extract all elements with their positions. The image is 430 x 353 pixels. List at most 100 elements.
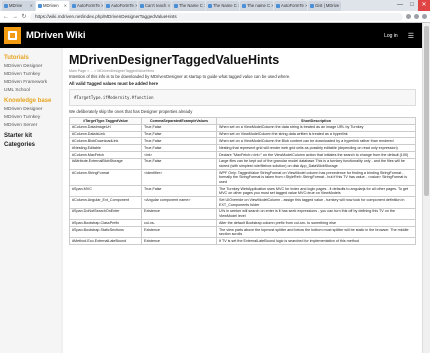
table-cell: Alter the default Bootstrap column prefi…: [216, 219, 416, 227]
table-row: #Attribute.ExternalBlobStorage True,False…: [69, 157, 416, 171]
back-icon[interactable]: ←: [3, 14, 9, 20]
profile-icon[interactable]: [422, 14, 427, 19]
close-window-button[interactable]: ✕: [418, 0, 430, 11]
table-cell: Nesting that represent grid will render …: [216, 144, 416, 152]
tab-favicon-icon: [106, 4, 110, 8]
column-header-target-type: #TargetType.TaggedValue: [69, 117, 142, 125]
browser-tab[interactable]: Gist | MDrive✕: [308, 1, 341, 11]
table-cell: True,False: [141, 144, 217, 152]
table-cell: <Angular component name>: [141, 196, 217, 209]
tab-close-icon[interactable]: ✕: [101, 1, 103, 11]
tagged-values-table: #TargetType.TaggedValue CommaSeparatedEx…: [69, 117, 416, 246]
bookmark-icon[interactable]: [406, 14, 411, 19]
table-cell: If TV is set the ExternalLateBound logic…: [216, 237, 416, 246]
table-cell: Large files can be kept out of the granu…: [216, 157, 416, 171]
table-cell: #Column.BlobDownloadLink: [69, 137, 142, 146]
table-cell: True,False: [141, 185, 217, 198]
tab-close-icon[interactable]: ✕: [135, 1, 137, 11]
menu-icon[interactable]: ☰: [408, 32, 414, 40]
intro-text: Intention of this info is to be download…: [69, 74, 291, 79]
sidebar-item-tutorial-designer[interactable]: MDriven Designer: [4, 63, 57, 71]
site-header: MDriven Wiki Log in ☰: [0, 23, 422, 48]
table-cell: True,False: [141, 137, 217, 146]
table-cell: #Column.Angular_Ext_Component: [69, 196, 142, 209]
section-subheading: All valid Tagged values must be added he…: [69, 81, 158, 86]
tab-favicon-icon: [174, 4, 178, 8]
browser-tab-active[interactable]: MDriven ✕: [36, 1, 69, 11]
reload-icon[interactable]: ↻: [21, 13, 27, 20]
table-cell: When set on ViewModelColumn the string d…: [216, 130, 416, 139]
main-content: MDrivenDesignerTaggedValueHints Main Pag…: [63, 48, 422, 353]
tab-close-icon[interactable]: ✕: [167, 1, 170, 11]
browser-tab[interactable]: AutoFormTe ✕: [104, 1, 137, 11]
browser-tab[interactable]: The name C ✕: [240, 1, 273, 11]
sidebar-heading-starter-kit[interactable]: Starter kit: [4, 133, 57, 139]
forward-icon[interactable]: →: [12, 14, 18, 20]
page-title: MDrivenDesignerTaggedValueHints: [69, 53, 280, 67]
tab-close-icon[interactable]: ✕: [271, 1, 273, 11]
sidebar-item-kb-turnkey[interactable]: MDriven Turnkey: [4, 114, 57, 122]
browser-tab[interactable]: AutoFormTe ✕: [274, 1, 307, 11]
table-row: #Column.StringFormat <identifier> WPF Only…: [69, 169, 416, 187]
tab-close-icon[interactable]: ✕: [238, 1, 239, 11]
breadcrumb[interactable]: Main Page > ... > MDrivenDesignerTaggedV…: [69, 69, 416, 73]
window-controls: — □ ✕: [394, 0, 430, 11]
site-title[interactable]: MDriven Wiki: [26, 30, 86, 41]
scrollbar-thumb[interactable]: [424, 26, 429, 196]
sidebar-heading-categories[interactable]: Categories: [4, 142, 57, 148]
url-field[interactable]: https://wiki.mdriven.net/index.php/MDriv…: [30, 12, 403, 21]
maximize-button[interactable]: □: [406, 0, 418, 11]
table-cell: Existence: [141, 207, 217, 221]
column-header-short-description: ShortDescription: [216, 117, 416, 125]
table-cell: col-xs-: [141, 219, 217, 227]
table-row: #Column.BlobDownloadLink True,False When s…: [69, 137, 416, 146]
sidebar-item-kb-server[interactable]: MDriven Server: [4, 122, 57, 130]
tab-favicon-icon: [4, 4, 8, 8]
sidebar-item-tutorial-framework[interactable]: MDriven Framework: [4, 79, 57, 87]
table-cell: #Column.MaxFetch: [69, 150, 142, 159]
table-cell: Existence: [141, 237, 217, 246]
sidebar-item-kb-designer[interactable]: MDriven Designer: [4, 106, 57, 114]
minimize-button[interactable]: —: [394, 0, 406, 11]
page-scrollbar[interactable]: [422, 23, 430, 353]
extension-icon[interactable]: [414, 14, 419, 19]
table-row: #Column.DataIsLink True,False When set on …: [69, 130, 416, 139]
table-cell: The Turnkey WebApplication uses MVC for …: [216, 185, 416, 198]
tab-favicon-icon: [310, 4, 314, 8]
browser-tab[interactable]: Can't reach ✕: [138, 1, 171, 11]
sidebar: Tutorials MDriven Designer MDriven Turnk…: [0, 48, 61, 353]
sidebar-item-tutorial-turnkey[interactable]: MDriven Turnkey: [4, 71, 57, 79]
browser-tab[interactable]: The Name C✕: [172, 1, 205, 11]
table-cell: When set on a ViewModelColumn the Blob c…: [216, 137, 416, 146]
table-cell: #Method.Eco.ExternalLateBound: [69, 237, 142, 246]
sidebar-heading-knowledge-base: Knowledge base: [4, 98, 52, 104]
table-cell: True,False: [141, 130, 217, 139]
table-row: #Method.Eco.ExternalLateBound Existence If…: [69, 237, 416, 246]
table-row: #Span.Bootstrap.ClassPrefix col-xs- Alter …: [69, 219, 416, 227]
tab-close-icon[interactable]: ✕: [64, 1, 67, 11]
tab-favicon-icon: [208, 4, 212, 8]
tab-close-icon[interactable]: ✕: [30, 1, 33, 11]
tab-close-icon[interactable]: ✕: [305, 1, 307, 11]
tab-close-icon[interactable]: ✕: [204, 1, 205, 11]
sidebar-item-uml-school[interactable]: UML School: [4, 87, 57, 95]
browser-tab[interactable]: AutoFormTe ✕: [70, 1, 103, 11]
mdriven-logo-icon[interactable]: [4, 27, 21, 44]
login-link[interactable]: Log in: [384, 33, 398, 39]
table-cell: #Span.Bootstrap.StaticSections: [69, 225, 142, 239]
column-header-example-values: CommaSeparatedExampleValues: [141, 117, 217, 125]
table-row: #Span.Bootstrap.StaticSections Existence T…: [69, 225, 416, 239]
table-cell: WPF Only: TaggedValue StringFormat on Vi…: [216, 169, 416, 187]
table-row: #Nesting.Editable True,False Nesting that …: [69, 144, 416, 152]
tab-close-icon[interactable]: ✕: [340, 1, 341, 11]
table-row: #Column.MaxFetch <int> Declare "MaxFetch=<…: [69, 150, 416, 159]
table-row: #Column.DataImageUri True,False When set o…: [69, 123, 416, 132]
table-cell: #Span.Bootstrap.ClassPrefix: [69, 219, 142, 227]
table-cell: Declare "MaxFetch=<int>" on the ViewMode…: [216, 150, 416, 159]
browser-tab-bar: MDrive ✕ MDriven ✕ AutoFormTe ✕ AutoFormTe ✕…: [0, 0, 430, 11]
table-cell: Set UIOverride on ViewModelColumn - assi…: [216, 196, 416, 209]
tab-favicon-icon: [242, 4, 246, 8]
browser-tab[interactable]: The Name C✕: [206, 1, 239, 11]
browser-tab[interactable]: MDrive ✕: [2, 1, 35, 11]
table-cell: #Attribute.ExternalBlobStorage: [69, 157, 142, 171]
